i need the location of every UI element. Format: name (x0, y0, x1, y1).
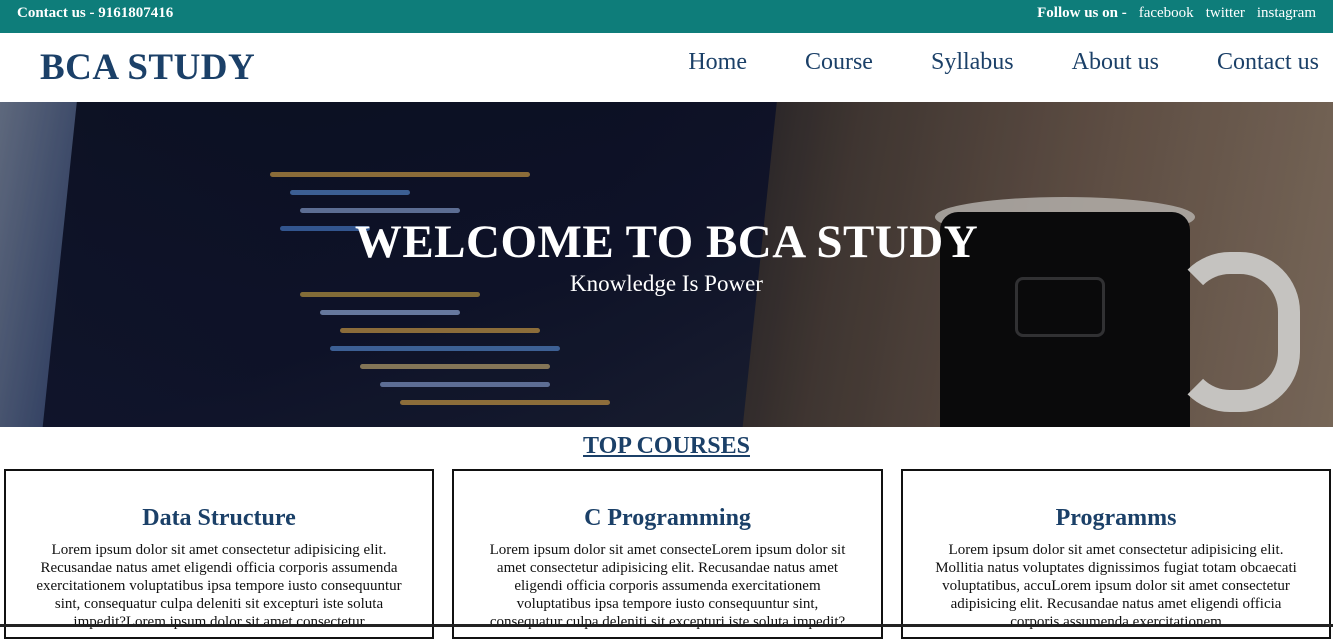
social-links: Follow us on - facebook twitter instagra… (1037, 5, 1316, 22)
top-contact-bar: Contact us - 9161807416 Follow us on - f… (0, 0, 1333, 33)
course-card-programms[interactable]: Programms Lorem ipsum dolor sit amet con… (901, 469, 1331, 639)
nav-contact-us[interactable]: Contact us (1217, 49, 1319, 76)
site-logo[interactable]: BCA STUDY (40, 46, 255, 89)
main-nav: Home Course Syllabus About us Contact us (630, 49, 1319, 76)
course-card-description: Lorem ipsum dolor sit amet consectetur a… (935, 542, 1297, 630)
course-card-title: Data Structure (142, 505, 296, 531)
hero-title: WELCOME TO BCA STUDY (354, 216, 979, 268)
course-card-data-structure[interactable]: Data Structure Lorem ipsum dolor sit ame… (4, 469, 434, 639)
course-card-title: Programms (1055, 505, 1177, 531)
course-card-description: Lorem ipsum dolor sit amet consecteLorem… (489, 542, 846, 630)
main-header: BCA STUDY Home Course Syllabus About us … (0, 33, 1333, 102)
course-card-c-programming[interactable]: C Programming Lorem ipsum dolor sit amet… (452, 469, 883, 639)
follow-label: Follow us on - (1037, 5, 1127, 21)
course-card-description: Lorem ipsum dolor sit amet consectetur a… (36, 542, 402, 630)
top-courses-heading: TOP COURSES (583, 433, 750, 459)
nav-syllabus[interactable]: Syllabus (931, 49, 1014, 76)
nav-home[interactable]: Home (688, 49, 747, 76)
facebook-link[interactable]: facebook (1139, 5, 1194, 22)
course-card-title: C Programming (584, 505, 751, 531)
hero-subtitle: Knowledge Is Power (570, 271, 763, 296)
contact-info: Contact us - 9161807416 (17, 5, 174, 21)
nav-course[interactable]: Course (805, 49, 873, 76)
twitter-link[interactable]: twitter (1206, 5, 1245, 22)
instagram-link[interactable]: instagram (1257, 5, 1316, 22)
nav-about-us[interactable]: About us (1072, 49, 1159, 76)
hero-banner: WELCOME TO BCA STUDY Knowledge Is Power (0, 102, 1333, 427)
